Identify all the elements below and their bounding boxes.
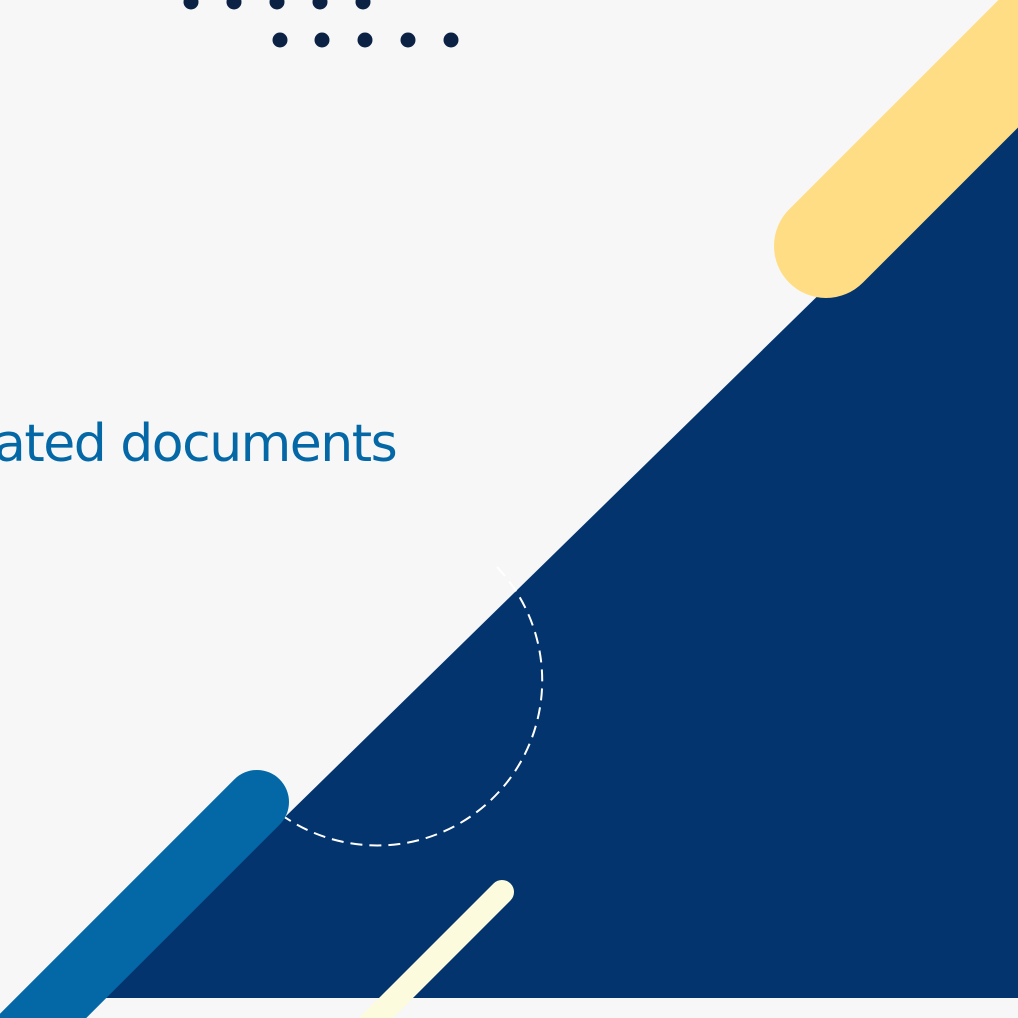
headline-text: ated documents	[0, 414, 398, 474]
dot-grid	[183, 0, 459, 48]
dot	[272, 32, 288, 48]
dot	[226, 0, 242, 10]
dot	[183, 0, 199, 10]
dot	[312, 0, 328, 10]
dot	[269, 0, 285, 10]
decorative-artwork	[0, 0, 1018, 1018]
slide-canvas: ated documents	[0, 0, 1018, 1018]
dot	[443, 32, 459, 48]
dot	[355, 0, 371, 10]
dot	[357, 32, 373, 48]
dot	[314, 32, 330, 48]
dot	[400, 32, 416, 48]
